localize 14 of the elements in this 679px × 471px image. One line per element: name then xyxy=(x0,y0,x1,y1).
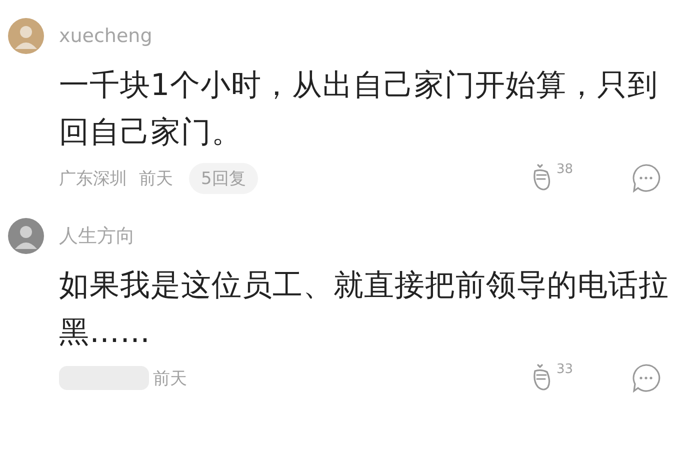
avatar[interactable] xyxy=(8,18,44,54)
location: 广东深圳 xyxy=(59,168,127,190)
like-count: 33 xyxy=(556,362,573,377)
comment-text: 如果我是这位员工、就直接把前领导的电话拉黑…… xyxy=(59,267,670,352)
replies-button[interactable]: 5回复 xyxy=(189,162,258,194)
timestamp: 前天 xyxy=(153,368,187,390)
comment-icon[interactable] xyxy=(631,363,661,393)
author-name[interactable]: xuecheng xyxy=(59,25,152,47)
like-count: 38 xyxy=(556,162,573,177)
comment-icon[interactable] xyxy=(631,163,661,193)
avatar[interactable] xyxy=(8,218,44,254)
timestamp: 前天 xyxy=(139,168,173,190)
author-name[interactable]: 人生方向 xyxy=(59,223,135,249)
comment-text: 一千块1个小时，从出自己家门开始算，只到回自己家门。 xyxy=(59,67,660,152)
